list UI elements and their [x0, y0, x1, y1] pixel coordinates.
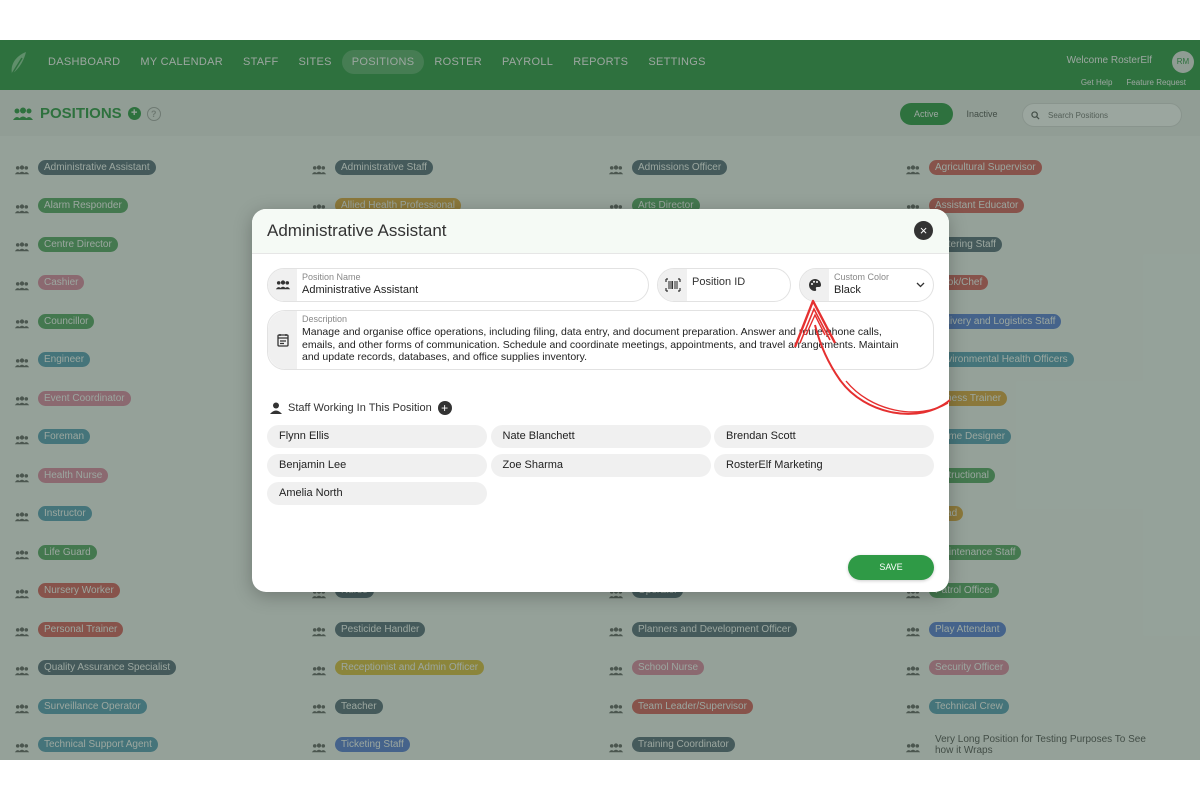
staff-section-title: Staff Working In This Position	[288, 402, 432, 414]
position-id-field-icon	[658, 269, 687, 301]
staff-chip[interactable]: Brendan Scott	[714, 425, 934, 448]
save-button[interactable]: SAVE	[848, 555, 934, 580]
position-name-field[interactable]: Position Name Administrative Assistant	[267, 268, 649, 302]
staff-chip[interactable]: Flynn Ellis	[267, 425, 487, 448]
staff-chip[interactable]: Amelia North	[267, 482, 487, 505]
staff-section-label: Staff Working In This Position +	[270, 401, 452, 415]
staff-chip[interactable]: RosterElf Marketing	[714, 453, 934, 477]
position-name-field-icon	[268, 269, 297, 301]
description-label: Description	[302, 314, 348, 324]
description-field-icon	[268, 311, 297, 369]
staff-chip[interactable]: Benjamin Lee	[267, 453, 487, 477]
barcode-icon	[664, 278, 681, 292]
modal-header: Administrative Assistant ×	[252, 209, 949, 254]
position-name-label: Position Name	[302, 272, 361, 282]
close-button[interactable]: ×	[914, 221, 933, 240]
position-name-value: Administrative Assistant	[302, 284, 419, 296]
person-icon	[270, 402, 282, 414]
custom-color-label: Custom Color	[834, 272, 890, 282]
annotation-arrow-icon	[793, 299, 951, 415]
position-id-placeholder: Position ID	[692, 276, 746, 288]
add-staff-button[interactable]: +	[437, 401, 452, 415]
staff-chip[interactable]: Nate Blanchett	[490, 425, 711, 448]
people-icon	[275, 280, 290, 290]
position-id-field[interactable]: Position ID	[657, 268, 791, 302]
staff-chip[interactable]: Zoe Sharma	[490, 453, 711, 477]
calendar-note-icon	[276, 334, 289, 347]
modal-title: Administrative Assistant	[267, 221, 447, 240]
